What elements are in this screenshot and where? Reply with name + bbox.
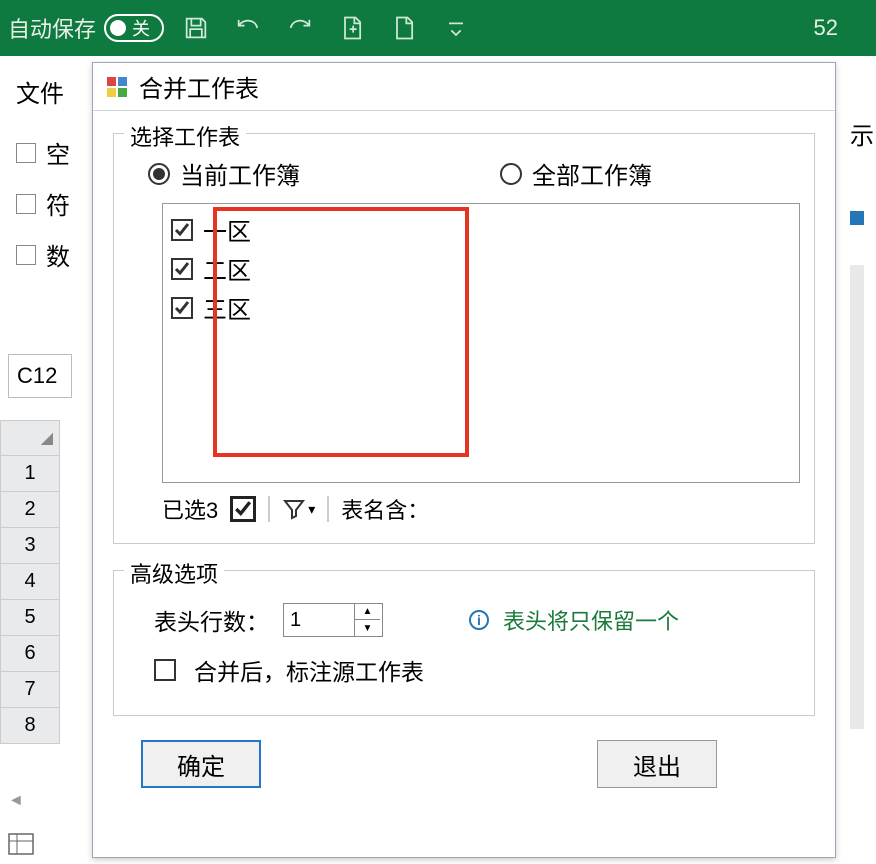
selected-count-label: 已选3 (162, 493, 218, 525)
ok-button[interactable]: 确定 (141, 740, 261, 788)
info-icon: i (469, 610, 489, 630)
checkbox-icon[interactable] (171, 258, 193, 280)
row-header[interactable]: 4 (0, 564, 60, 600)
sheet-item[interactable]: 一区 (171, 210, 791, 249)
statusbar-icon[interactable] (8, 833, 34, 860)
dialog-app-icon (105, 75, 129, 99)
name-contains-label: 表名含： (341, 493, 429, 525)
right-strip: 示 (842, 56, 876, 864)
row-header[interactable]: 3 (0, 528, 60, 564)
autosave-label: 自动保存 (8, 12, 96, 44)
checkbox-icon[interactable] (171, 297, 193, 319)
spin-up-button[interactable]: ▲ (355, 604, 380, 620)
right-gray-bar (850, 265, 864, 729)
header-rows-spinner[interactable]: ▲ ▼ (283, 603, 383, 637)
toolbar-overflow-icon[interactable] (436, 8, 476, 48)
dialog-title: 合并工作表 (139, 69, 259, 104)
save-icon[interactable] (176, 8, 216, 48)
new-doc-icon[interactable] (384, 8, 424, 48)
mark-source-label: 合并后，标注源工作表 (194, 653, 424, 687)
select-all-checkbox[interactable] (230, 496, 256, 522)
dialog-buttons: 确定 退出 (93, 716, 835, 788)
radio-all-workbooks[interactable]: 全部工作簿 (500, 156, 652, 191)
info-text: 表头将只保留一个 (503, 604, 679, 636)
row-header[interactable]: 7 (0, 672, 60, 708)
sheet-item[interactable]: 三区 (171, 288, 791, 327)
advanced-options-legend: 高级选项 (124, 557, 224, 589)
select-sheets-legend: 选择工作表 (124, 120, 246, 152)
spin-down-button[interactable]: ▼ (355, 620, 380, 636)
row-header[interactable]: 6 (0, 636, 60, 672)
right-label: 示 (842, 56, 876, 151)
advanced-options-group: 高级选项 表头行数： ▲ ▼ i 表头将只保留一个 合并后，标注源工作表 (113, 570, 815, 716)
merge-sheets-dialog: 合并工作表 选择工作表 当前工作簿 全部工作簿 一区 二区 (92, 62, 836, 858)
filter-button[interactable]: ▾ (282, 497, 315, 521)
sheet-item[interactable]: 二区 (171, 249, 791, 288)
file-tab[interactable]: 文件 (0, 56, 90, 127)
top-ribbon: 自动保存 关 52 (0, 0, 876, 56)
header-rows-label: 表头行数： (154, 603, 269, 637)
autosave-state: 关 (132, 15, 150, 41)
mark-source-checkbox[interactable] (154, 659, 176, 681)
sheet-list-footer: 已选3 ▾ 表名含： (128, 483, 800, 525)
undo-icon[interactable] (228, 8, 268, 48)
radio-icon (500, 163, 522, 185)
scroll-left-icon[interactable]: ◄ (8, 792, 24, 808)
row-header[interactable]: 5 (0, 600, 60, 636)
radio-icon (148, 163, 170, 185)
row-header[interactable]: 8 (0, 708, 60, 744)
select-sheets-group: 选择工作表 当前工作簿 全部工作簿 一区 二区 三区 (113, 133, 815, 544)
ribbon-right-number: 52 (814, 15, 868, 41)
filter-item-blank[interactable]: 空 (0, 127, 90, 178)
cell-reference-box[interactable]: C12 (8, 354, 72, 398)
header-rows-input[interactable] (284, 604, 354, 636)
dialog-titlebar: 合并工作表 (93, 63, 835, 111)
row-headers: ◢ 1 2 3 4 5 6 7 8 (0, 420, 60, 744)
sheet-list[interactable]: 一区 二区 三区 (162, 203, 800, 483)
row-header[interactable]: 1 (0, 456, 60, 492)
radio-current-workbook[interactable]: 当前工作簿 (148, 156, 300, 191)
autosave-toggle[interactable]: 关 (104, 14, 164, 42)
redo-icon[interactable] (280, 8, 320, 48)
exit-button[interactable]: 退出 (597, 740, 717, 788)
filter-item-number[interactable]: 数 (0, 229, 90, 280)
row-header[interactable]: 2 (0, 492, 60, 528)
filter-item-symbol[interactable]: 符 (0, 178, 90, 229)
select-all-corner[interactable]: ◢ (0, 420, 60, 456)
checkbox-icon[interactable] (171, 219, 193, 241)
right-indicator (850, 211, 864, 225)
doc-plus-icon[interactable] (332, 8, 372, 48)
